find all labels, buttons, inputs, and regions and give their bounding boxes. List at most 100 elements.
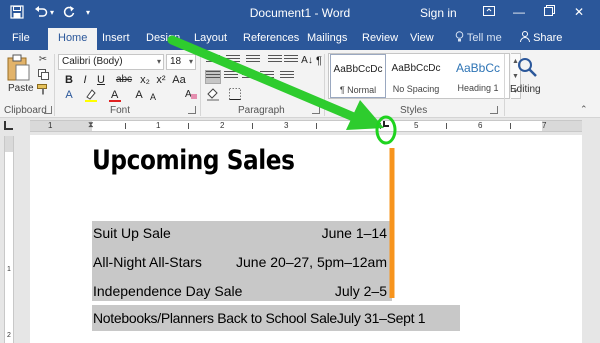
clear-formatting-icon[interactable]: A — [184, 88, 198, 104]
tab-design[interactable]: Design — [146, 31, 180, 45]
restore-icon[interactable] — [540, 4, 558, 20]
paste-icon[interactable] — [6, 54, 30, 82]
italic-button[interactable]: I — [78, 73, 92, 87]
numbering-icon[interactable] — [226, 55, 240, 67]
vruler-number: 1 — [7, 266, 11, 273]
decrease-indent-icon[interactable] — [268, 55, 282, 67]
tab-review[interactable]: Review — [362, 31, 398, 45]
line-spacing-icon[interactable] — [280, 71, 294, 83]
close-icon[interactable]: ✕ — [570, 4, 588, 20]
styles-gallery: AaBbCcDc ¶ Normal AaBbCcDc No Spacing Aa… — [328, 53, 510, 99]
paragraph-launcher-icon[interactable] — [312, 106, 320, 114]
sale-name[interactable]: All-Night All-Stars — [93, 253, 202, 271]
document-page[interactable]: Upcoming Sales Suit Up Sale June 1–14 Al… — [30, 135, 582, 343]
tab-references[interactable]: References — [243, 31, 299, 45]
highlight-icon[interactable] — [84, 88, 98, 106]
indent-marker-icon[interactable]: ⧗ — [88, 120, 94, 130]
justify-icon[interactable] — [260, 71, 274, 83]
sale-date[interactable]: July 2–5 — [335, 282, 387, 300]
paste-button[interactable]: Paste — [8, 83, 34, 95]
shading-icon[interactable] — [206, 88, 220, 105]
vertical-ruler[interactable]: 1 2 — [4, 136, 14, 343]
group-divider — [200, 54, 201, 116]
font-size-value: 18 — [170, 56, 182, 67]
svg-text:A: A — [111, 89, 119, 101]
group-divider — [504, 54, 505, 116]
font-size-box[interactable]: 18 ▾ — [166, 54, 196, 70]
cut-icon[interactable]: ✂ — [36, 54, 50, 66]
borders-icon[interactable] — [228, 88, 242, 104]
shrink-font-icon[interactable]: A — [146, 90, 160, 104]
font-name-box[interactable]: Calibri (Body) ▾ — [58, 54, 164, 70]
grow-font-icon[interactable]: A — [132, 88, 146, 102]
share-label: Share — [533, 32, 563, 44]
signin-link[interactable]: Sign in — [420, 5, 457, 21]
tab-insert[interactable]: Insert — [102, 31, 130, 45]
clipboard-group-label: Clipboard — [4, 105, 47, 116]
clipboard-launcher-icon[interactable] — [44, 106, 52, 114]
sale-name[interactable]: Independence Day Sale — [93, 282, 242, 300]
ruler-number: 3 — [284, 121, 289, 130]
bullets-icon[interactable] — [206, 55, 220, 67]
align-right-icon[interactable] — [242, 71, 256, 83]
tab-view[interactable]: View — [410, 31, 434, 45]
style-normal[interactable]: AaBbCcDc ¶ Normal — [330, 54, 386, 98]
magnifier-icon[interactable] — [516, 56, 538, 78]
sale-name[interactable]: Suit Up Sale — [93, 224, 171, 242]
font-color-icon[interactable]: A — [108, 88, 122, 106]
svg-text:A: A — [185, 89, 192, 100]
minimize-icon[interactable]: — — [510, 4, 528, 20]
style-sample: AaBbCcDc — [333, 64, 383, 75]
strikethrough-button[interactable]: abc — [114, 73, 134, 87]
ribbon-tabs: File Home Insert Design Layout Reference… — [0, 26, 600, 50]
change-case-icon[interactable]: Aa — [172, 73, 186, 87]
ribbon: Paste ✂ Clipboard Calibri (Body) ▾ 18 ▾ … — [0, 50, 600, 118]
tab-mailings[interactable]: Mailings — [307, 31, 347, 45]
tab-layout[interactable]: Layout — [194, 31, 227, 45]
editing-button[interactable]: Editing — [510, 84, 541, 96]
sale-name[interactable]: Notebooks/Planners Back to School SaleJu… — [93, 309, 426, 327]
share-button[interactable]: Share — [520, 31, 562, 45]
styles-launcher-icon[interactable] — [490, 106, 498, 114]
tell-me-box[interactable]: Tell me — [455, 31, 502, 45]
style-no-spacing[interactable]: AaBbCcDc No Spacing — [388, 54, 444, 98]
font-name-value: Calibri (Body) — [62, 56, 123, 67]
tab-selector-icon[interactable] — [4, 121, 13, 130]
underline-button[interactable]: U — [94, 73, 108, 87]
font-launcher-icon[interactable] — [188, 106, 196, 114]
style-name: Heading 1 — [457, 83, 499, 93]
bold-button[interactable]: B — [62, 73, 76, 87]
text-effects-icon[interactable]: A — [62, 88, 76, 102]
sale-date[interactable]: June 20–27, 5pm–12am — [236, 253, 387, 271]
tell-me-label: Tell me — [466, 32, 502, 44]
ruler-tick — [188, 123, 189, 129]
align-center-icon[interactable] — [224, 71, 238, 83]
ruler-number: 6 — [478, 121, 483, 130]
chevron-down-icon: ▾ — [156, 57, 161, 66]
ruler-number: 2 — [220, 121, 225, 130]
increase-indent-icon[interactable] — [284, 55, 298, 67]
vruler-number: 2 — [7, 332, 11, 339]
style-name: ¶ Normal — [339, 85, 377, 95]
right-tab-stop-icon[interactable] — [383, 121, 389, 127]
ruler-number: 1 — [48, 121, 53, 130]
collapse-ribbon-icon[interactable]: ⌃ — [580, 104, 588, 115]
tab-home[interactable]: Home — [48, 28, 98, 50]
document-heading[interactable]: Upcoming Sales — [92, 145, 295, 177]
horizontal-ruler[interactable]: 1 1 2 3 4 5 6 7 — [30, 120, 582, 132]
tab-file[interactable]: File — [12, 31, 30, 45]
sale-date[interactable]: June 1–14 — [322, 224, 387, 242]
multilevel-list-icon[interactable] — [246, 55, 260, 67]
format-painter-icon[interactable] — [36, 84, 50, 96]
style-heading-1[interactable]: AaBbCc Heading 1 — [447, 54, 509, 98]
sale-date: July 31–Sept 1 — [336, 310, 426, 326]
subscript-button[interactable]: x₂ — [138, 73, 152, 87]
ribbon-display-icon[interactable] — [480, 4, 498, 20]
align-left-icon[interactable] — [205, 70, 221, 84]
ruler-left-margin — [30, 121, 92, 131]
ruler-tick — [125, 123, 126, 129]
ruler-tick — [380, 123, 381, 129]
superscript-button[interactable]: x² — [154, 73, 168, 87]
copy-icon[interactable] — [36, 69, 50, 81]
ruler-tick — [252, 123, 253, 129]
